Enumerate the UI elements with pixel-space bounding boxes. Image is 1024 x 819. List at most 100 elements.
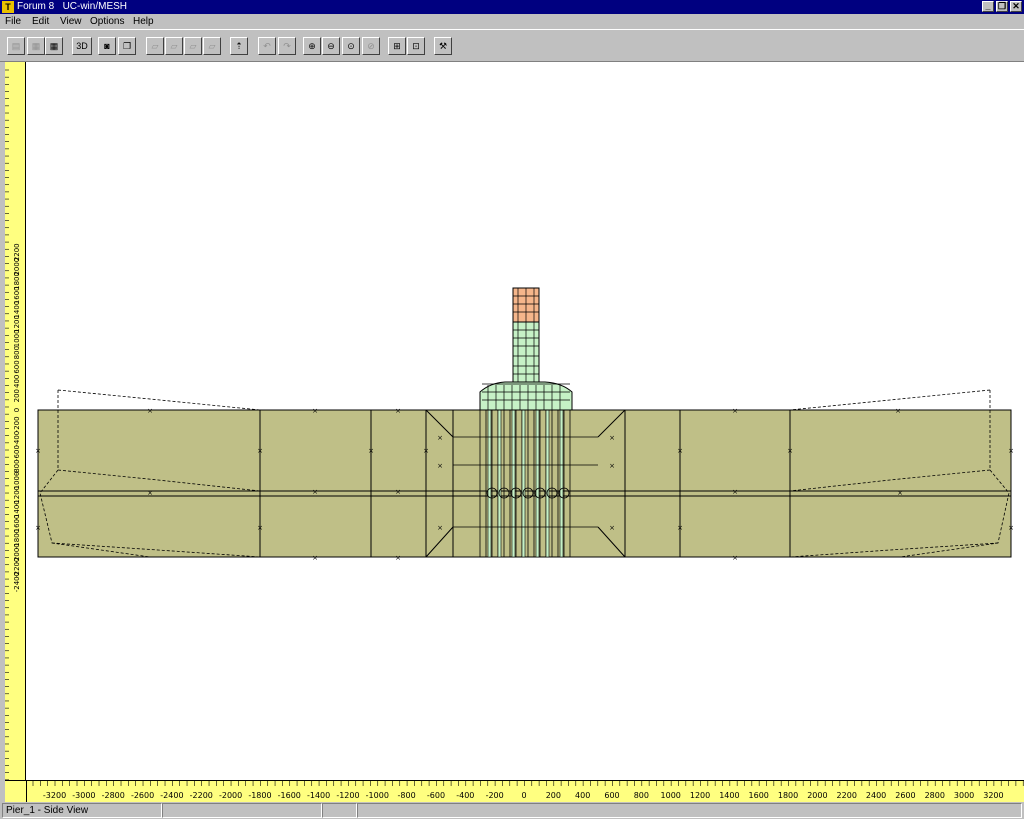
- column-base-mesh[interactable]: [479, 381, 573, 411]
- grid-icon[interactable]: ▦: [45, 37, 63, 55]
- vruler-label: 800: [13, 346, 21, 359]
- title-bar: T Forum 8 UC-win/MESH _ ❐ ✕: [0, 0, 1024, 14]
- svg-text:×: ×: [35, 447, 41, 455]
- vruler-label: 200: [13, 389, 21, 402]
- menu-file[interactable]: File: [5, 14, 21, 29]
- hruler-label: 3000: [954, 791, 974, 800]
- svg-text:×: ×: [312, 554, 318, 562]
- hruler-label: 3200: [983, 791, 1003, 800]
- hruler-label: 2400: [866, 791, 886, 800]
- hruler-label: -600: [427, 791, 445, 800]
- hruler-label: 600: [604, 791, 619, 800]
- menu-options[interactable]: Options: [90, 14, 124, 29]
- svg-text:×: ×: [312, 488, 318, 496]
- zoom-in-icon[interactable]: ⊕: [303, 37, 321, 55]
- hruler-label: 1000: [661, 791, 681, 800]
- undo-icon[interactable]: ↶: [258, 37, 276, 55]
- drawing-canvas[interactable]: × × × × × × × × × × × × × × × × × × × × × × × × × × × × × ×: [5, 62, 1024, 802]
- hruler-label: -3000: [72, 791, 95, 800]
- svg-text:×: ×: [257, 447, 263, 455]
- hruler-label: -2800: [102, 791, 125, 800]
- menu-help[interactable]: Help: [133, 14, 154, 29]
- svg-text:×: ×: [257, 524, 263, 532]
- close-button[interactable]: ✕: [1010, 1, 1022, 12]
- save-icon[interactable]: ▤: [7, 37, 25, 55]
- vertical-ruler: 2200 2000 1800 1600 1400 1200 1000 800 600 400 200…: [5, 62, 26, 780]
- edit2-icon[interactable]: ▱: [165, 37, 183, 55]
- menu-view[interactable]: View: [60, 14, 82, 29]
- svg-text:×: ×: [437, 434, 443, 442]
- minimize-button[interactable]: _: [982, 1, 994, 12]
- status-view-label: Pier_1 - Side View: [2, 803, 162, 818]
- edit1-icon[interactable]: ▱: [146, 37, 164, 55]
- mesh-icon[interactable]: ▦: [27, 37, 45, 55]
- frame-icon[interactable]: ⊡: [407, 37, 425, 55]
- svg-text:×: ×: [35, 524, 41, 532]
- edit4-icon[interactable]: ▱: [203, 37, 221, 55]
- restore-button[interactable]: ❐: [996, 1, 1008, 12]
- hruler-label: -3200: [43, 791, 66, 800]
- svg-text:×: ×: [897, 489, 903, 497]
- svg-text:×: ×: [609, 462, 615, 470]
- hruler-label: 2600: [895, 791, 915, 800]
- toolbar: ▤ ▦ ▦ 3D ◙ ❐ ▱ ▱ ▱ ▱ ⇡ ↶ ↷ ⊕ ⊖ ⊙ ⊘ ⊞ ⊡ ⚒: [0, 29, 1024, 62]
- svg-text:×: ×: [732, 554, 738, 562]
- hruler-label: 200: [546, 791, 561, 800]
- 3d-button[interactable]: 3D: [72, 37, 92, 55]
- app-logo-icon[interactable]: T: [2, 1, 14, 13]
- svg-text:×: ×: [609, 434, 615, 442]
- vruler-label: 0: [13, 408, 21, 412]
- vruler-label: -2400: [13, 572, 21, 592]
- hruler-label: -200: [486, 791, 504, 800]
- hruler-label: 1600: [749, 791, 769, 800]
- zoom-fit-icon[interactable]: ⊙: [342, 37, 360, 55]
- ruler-corner: [5, 780, 27, 802]
- hruler-label: 1400: [719, 791, 739, 800]
- svg-text:×: ×: [368, 447, 374, 455]
- hruler-label: 800: [634, 791, 649, 800]
- hruler-label: -1000: [366, 791, 389, 800]
- hruler-label: 0: [521, 791, 526, 800]
- hruler-label: -1200: [336, 791, 359, 800]
- hruler-label: -1800: [248, 791, 271, 800]
- vruler-label: -200: [13, 416, 21, 432]
- svg-text:×: ×: [395, 407, 401, 415]
- camera-icon[interactable]: ◙: [98, 37, 116, 55]
- svg-text:×: ×: [1008, 447, 1014, 455]
- hruler-label: 2800: [925, 791, 945, 800]
- tool-icon[interactable]: ⚒: [434, 37, 452, 55]
- svg-text:×: ×: [437, 462, 443, 470]
- svg-text:×: ×: [609, 524, 615, 532]
- mesh-drawing[interactable]: × × × × × × × × × × × × × × × × × × × × × × × × × × × × × ×: [5, 62, 1024, 780]
- upload-icon[interactable]: ⇡: [230, 37, 248, 55]
- select-all-icon[interactable]: ⊞: [388, 37, 406, 55]
- vruler-label: -600: [13, 445, 21, 461]
- hruler-label: 1800: [778, 791, 798, 800]
- menu-edit[interactable]: Edit: [32, 14, 49, 29]
- hruler-label: 1200: [690, 791, 710, 800]
- svg-text:×: ×: [732, 407, 738, 415]
- edit3-icon[interactable]: ▱: [184, 37, 202, 55]
- copy-icon[interactable]: ❐: [118, 37, 136, 55]
- vruler-label: 1000: [13, 329, 21, 347]
- hruler-label: -1400: [307, 791, 330, 800]
- status-panel-3: [322, 803, 357, 818]
- vruler-label: 400: [13, 375, 21, 388]
- svg-text:×: ×: [312, 407, 318, 415]
- svg-text:×: ×: [732, 488, 738, 496]
- redo-icon[interactable]: ↷: [278, 37, 296, 55]
- svg-text:×: ×: [895, 407, 901, 415]
- menu-bar: File Edit View Options Help: [0, 14, 1024, 29]
- hruler-label: -1600: [278, 791, 301, 800]
- svg-text:×: ×: [677, 447, 683, 455]
- hruler-label: -400: [456, 791, 474, 800]
- hruler-label: 2200: [837, 791, 857, 800]
- svg-text:×: ×: [147, 489, 153, 497]
- zoom-window-icon[interactable]: ⊘: [362, 37, 380, 55]
- hruler-label: -800: [398, 791, 416, 800]
- window-title: Forum 8 UC-win/MESH: [17, 1, 128, 12]
- zoom-out-icon[interactable]: ⊖: [322, 37, 340, 55]
- svg-text:×: ×: [423, 447, 429, 455]
- hruler-label: 2000: [807, 791, 827, 800]
- status-bar: Pier_1 - Side View: [0, 802, 1024, 819]
